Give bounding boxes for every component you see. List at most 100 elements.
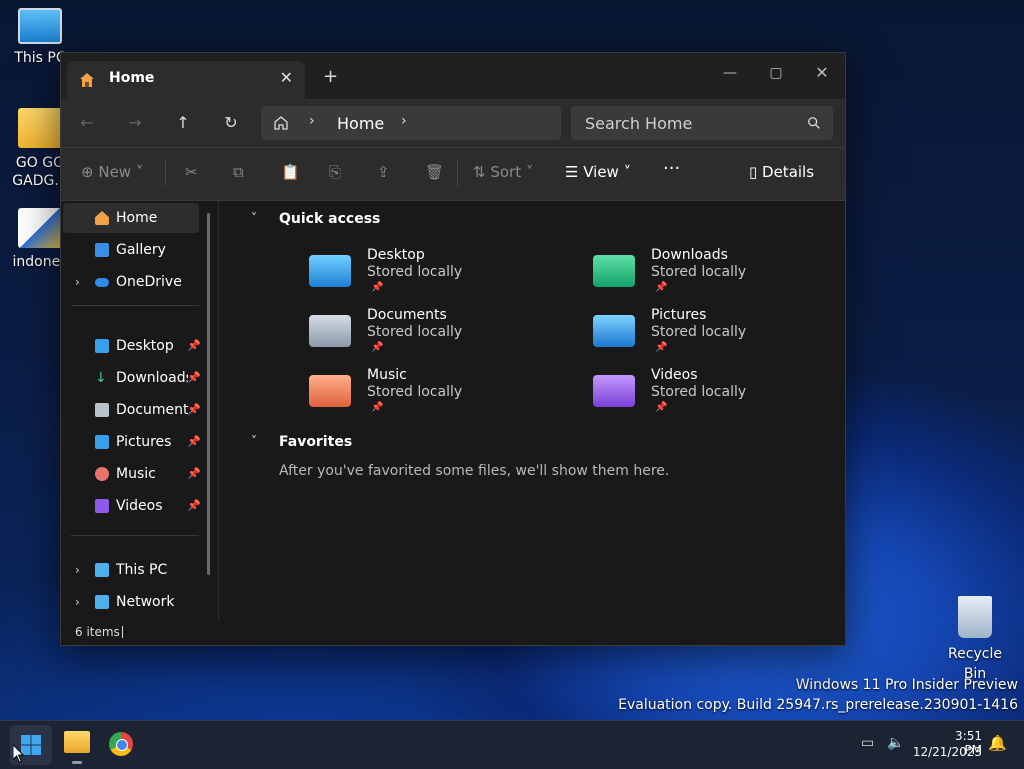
music-folder-icon	[309, 375, 351, 407]
home-icon	[80, 73, 94, 87]
music-icon	[95, 467, 109, 481]
cloud-icon	[95, 278, 109, 287]
quick-access-item[interactable]: Pictures Stored locally 📌	[593, 307, 853, 363]
chevron-right-icon[interactable]: ›	[75, 555, 80, 585]
forward-icon[interactable]: →	[123, 113, 147, 132]
documents-folder-icon	[309, 315, 351, 347]
rename-icon[interactable]: ⎘	[329, 163, 341, 181]
details-label: Details	[762, 163, 815, 181]
active-app-indicator	[72, 761, 82, 764]
pin-icon: 📌	[655, 282, 668, 293]
downloads-folder-icon	[593, 255, 635, 287]
title-bar[interactable]: Home ✕ + — ▢ ✕	[61, 53, 845, 99]
sidebar-item-desktop[interactable]: Desktop 📌	[63, 331, 201, 361]
back-icon[interactable]: ←	[75, 113, 99, 132]
sidebar-item-pictures[interactable]: Pictures 📌	[63, 427, 201, 457]
pin-icon: 📌	[371, 342, 384, 353]
collapse-chevron-icon[interactable]: ˅	[251, 211, 257, 225]
delete-icon[interactable]: 🗑	[425, 163, 444, 181]
installer-icon	[18, 208, 62, 248]
quick-access-item[interactable]: Videos Stored locally 📌	[593, 367, 853, 423]
section-quick-access[interactable]: Quick access	[279, 211, 380, 227]
sidebar-item-network[interactable]: › Network	[63, 587, 199, 617]
command-bar: ⊕ New ˅ ✂ ⧉ 📋 ⎘ ⇪ 🗑 ⇅ Sort ˅ ☰ View ˅ ··…	[61, 147, 845, 201]
chevron-right-icon[interactable]: ›	[75, 267, 80, 297]
content-pane: ˅ Quick access Desktop Stored locally 📌 …	[221, 201, 841, 607]
sidebar-item-downloads[interactable]: ↓ Downloads 📌	[63, 363, 201, 393]
section-favorites[interactable]: Favorites	[279, 434, 352, 450]
quick-access-item[interactable]: Desktop Stored locally 📌	[309, 247, 569, 303]
download-icon: ↓	[95, 370, 107, 386]
pin-icon: 📌	[655, 402, 668, 413]
quick-access-item[interactable]: Music Stored locally 📌	[309, 367, 569, 423]
sidebar-item-this-pc[interactable]: › This PC	[63, 555, 199, 585]
desktop-icon-recycle-bin[interactable]: Recycle Bin	[935, 596, 1015, 684]
search-icon	[808, 117, 820, 129]
sidebar-scrollbar[interactable]	[207, 213, 210, 575]
file-explorer-taskbar-icon[interactable]	[64, 731, 90, 753]
build-watermark-line2: Evaluation copy. Build 25947.rs_prerelea…	[618, 697, 1018, 713]
more-options-button[interactable]: ···	[663, 158, 680, 179]
share-icon[interactable]: ⇪	[377, 163, 390, 181]
build-watermark-line1: Windows 11 Pro Insider Preview	[795, 677, 1018, 693]
breadcrumb-home[interactable]: Home	[337, 114, 384, 133]
details-button[interactable]: ▯ Details	[749, 163, 814, 181]
divider	[71, 535, 199, 536]
recycle-bin-icon	[958, 596, 992, 638]
address-bar[interactable]: › Home ›	[261, 106, 561, 140]
network-icon[interactable]: ▭	[861, 735, 874, 751]
new-label: New	[98, 163, 132, 181]
paste-icon[interactable]: 📋	[281, 163, 300, 181]
maximize-button[interactable]: ▢	[753, 59, 799, 87]
minimize-button[interactable]: —	[707, 59, 753, 87]
pin-icon: 📌	[187, 435, 201, 448]
pin-icon: 📌	[187, 371, 201, 384]
sidebar-item-gallery[interactable]: Gallery	[63, 235, 199, 265]
view-label: View	[583, 163, 619, 181]
monitor-icon	[18, 8, 62, 44]
tab-home[interactable]: Home ✕	[67, 61, 305, 99]
up-icon[interactable]: ↑	[171, 113, 195, 132]
sidebar-item-onedrive[interactable]: › OneDrive	[63, 267, 199, 297]
quick-access-item[interactable]: Downloads Stored locally 📌	[593, 247, 853, 303]
pin-icon: 📌	[187, 339, 201, 352]
sidebar-item-videos[interactable]: Videos 📌	[63, 491, 201, 521]
network-icon	[95, 595, 109, 609]
chrome-icon[interactable]	[109, 732, 133, 756]
copy-icon[interactable]: ⧉	[233, 163, 244, 181]
item-count: 6 items	[75, 625, 120, 639]
new-tab-button[interactable]: +	[323, 66, 338, 87]
collapse-chevron-icon[interactable]: ˅	[251, 434, 257, 448]
sidebar-item-home[interactable]: Home	[63, 203, 199, 233]
clock-date[interactable]: 12/21/2023	[912, 745, 982, 759]
pane-divider	[218, 201, 219, 621]
chevron-right-icon[interactable]: ›	[401, 113, 407, 129]
navigation-bar: ← → ↑ ↻ › Home › Search Home	[61, 99, 845, 147]
favorites-empty-message: After you've favorited some files, we'll…	[279, 463, 670, 479]
sidebar-item-documents[interactable]: Documents 📌	[63, 395, 201, 425]
notification-bell-icon[interactable]: 🔔	[988, 734, 1007, 752]
pictures-icon	[95, 435, 109, 449]
volume-muted-icon[interactable]: 🔈	[887, 735, 904, 751]
new-button[interactable]: ⊕ New ˅	[81, 163, 143, 181]
divider	[71, 305, 199, 306]
search-input[interactable]: Search Home	[585, 114, 692, 133]
taskbar: ▭ 🔈 3:51 PM 12/21/2023 🔔	[0, 720, 1024, 769]
cut-icon[interactable]: ✂	[185, 163, 198, 181]
pictures-folder-icon	[593, 315, 635, 347]
pin-icon: 📌	[187, 499, 201, 512]
divider	[165, 160, 166, 186]
quick-access-item[interactable]: Documents Stored locally 📌	[309, 307, 569, 363]
chevron-right-icon: ›	[309, 113, 315, 129]
sort-button[interactable]: ⇅ Sort ˅	[473, 163, 533, 181]
sidebar-item-music[interactable]: Music 📌	[63, 459, 201, 489]
pin-icon: 📌	[655, 342, 668, 353]
search-box[interactable]: Search Home	[571, 106, 833, 140]
refresh-icon[interactable]: ↻	[219, 113, 243, 132]
videos-icon	[95, 499, 109, 513]
chevron-right-icon[interactable]: ›	[75, 587, 80, 617]
view-button[interactable]: ☰ View ˅	[565, 163, 631, 181]
file-explorer-window: Home ✕ + — ▢ ✕ ← → ↑ ↻ › Home › Search H…	[60, 52, 846, 646]
close-window-button[interactable]: ✕	[799, 59, 845, 87]
close-tab-icon[interactable]: ✕	[280, 68, 293, 87]
